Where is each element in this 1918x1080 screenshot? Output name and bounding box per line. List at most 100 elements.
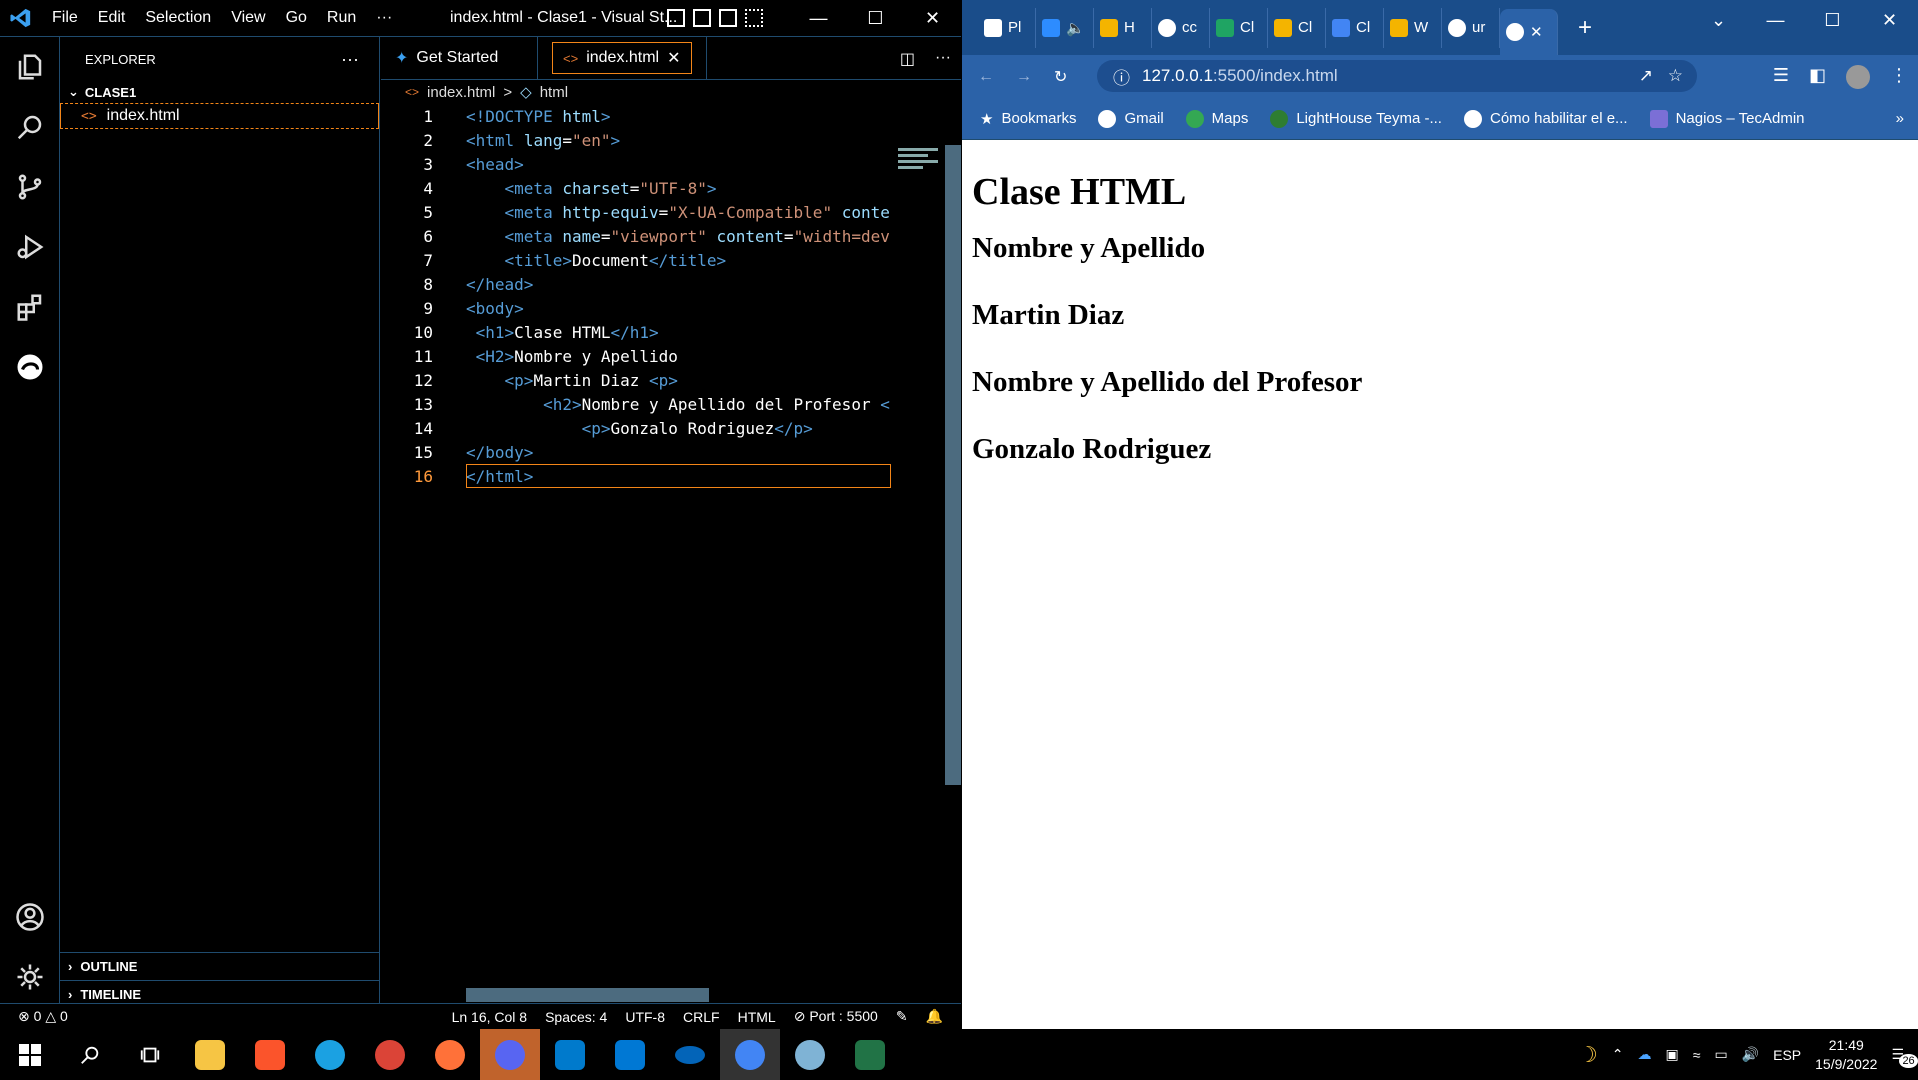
code-editor[interactable]: 1 <!DOCTYPE html> 2 <html lang="en"> 3 <head>… [381, 104, 961, 488]
notifications-bell-icon[interactable]: 🔔 [926, 1008, 943, 1025]
folder-clase1[interactable]: ⌄ CLASE1 [60, 81, 379, 103]
encoding[interactable]: UTF-8 [625, 1009, 665, 1025]
clock[interactable]: 21:49 15/9/2022 [1815, 1036, 1877, 1074]
code-line[interactable]: 15 </body> [381, 440, 961, 464]
side-panel-icon[interactable]: ◧ [1809, 65, 1826, 89]
outlook-icon[interactable] [600, 1029, 660, 1080]
extensions-icon[interactable] [0, 277, 60, 337]
avatar[interactable] [1846, 65, 1870, 89]
browser-tab[interactable]: Pl [978, 7, 1036, 48]
outline-section[interactable]: › OUTLINE [60, 952, 380, 980]
chevron-up-icon[interactable]: ⌃ [1612, 1046, 1624, 1063]
menu-selection[interactable]: Selection [145, 9, 211, 27]
notifications-icon[interactable]: ☰ 26 [1891, 1046, 1918, 1068]
code-line[interactable]: 9 <body> [381, 296, 961, 320]
minimize-icon[interactable]: — [1747, 0, 1804, 40]
accounts-icon[interactable] [0, 887, 60, 947]
discord-icon[interactable] [480, 1029, 540, 1080]
bookmark-nagios[interactable]: Nagios – TecAdmin [1649, 109, 1805, 128]
vertical-scrollbar[interactable] [945, 145, 961, 785]
vscode-taskbar-icon[interactable] [540, 1029, 600, 1080]
explorer-icon[interactable] [0, 37, 60, 97]
feedback-icon[interactable]: ✎ [896, 1008, 908, 1025]
code-line[interactable]: 2 <html lang="en"> [381, 128, 961, 152]
browser-tab[interactable]: Cl [1210, 7, 1268, 48]
code-line[interactable]: 4 <meta charset="UTF-8"> [381, 176, 961, 200]
onedrive-tray-icon[interactable]: ☁ [1638, 1046, 1652, 1063]
wifi-icon[interactable]: ≈ [1693, 1047, 1701, 1063]
task-view-icon[interactable] [120, 1029, 180, 1080]
code-line[interactable]: 3 <head> [381, 152, 961, 176]
reload-icon[interactable]: ↻ [1054, 67, 1067, 87]
code-line[interactable]: 1 <!DOCTYPE html> [381, 104, 961, 128]
toggle-panel-icon[interactable] [693, 9, 711, 27]
code-line[interactable]: 12 <p>Martin Diaz <p> [381, 368, 961, 392]
browser-tab[interactable]: ur [1442, 7, 1500, 48]
language-mode[interactable]: HTML [738, 1009, 776, 1025]
share-icon[interactable]: ↗ [1639, 66, 1653, 86]
firefox-icon[interactable] [420, 1029, 480, 1080]
language-indicator[interactable]: ESP [1773, 1047, 1801, 1063]
close-icon[interactable]: ✕ [904, 0, 961, 37]
code-line[interactable]: 6 <meta name="viewport" content="width=d… [381, 224, 961, 248]
browser-tab[interactable]: Cl [1268, 7, 1326, 48]
maximize-icon[interactable]: ☐ [847, 0, 904, 37]
menu-edit[interactable]: Edit [98, 9, 126, 27]
code-line[interactable]: 5 <meta http-equiv="X-UA-Compatible" con… [381, 200, 961, 224]
bookmark-lighthouse[interactable]: LightHouse Teyma -... [1270, 109, 1442, 128]
editor-more-icon[interactable]: ··· [935, 49, 951, 69]
moon-icon[interactable]: ☽ [1578, 1042, 1598, 1068]
file-index-html[interactable]: <> index.html [60, 103, 379, 129]
bookmark-star-icon[interactable]: ☆ [1668, 66, 1683, 86]
browser-tab[interactable]: 🔈 [1036, 7, 1094, 48]
end-of-line[interactable]: CRLF [683, 1009, 720, 1025]
code-line[interactable]: 8 </head> [381, 272, 961, 296]
code-line[interactable]: 7 <title>Document</title> [381, 248, 961, 272]
horizontal-scrollbar[interactable] [466, 988, 709, 1002]
breadcrumb-file[interactable]: index.html [427, 84, 495, 101]
breadcrumb-symbol[interactable]: html [540, 84, 568, 101]
battery-icon[interactable]: ▭ [1714, 1046, 1727, 1063]
tab-get-started[interactable]: ✦ Get Started [381, 36, 538, 80]
maximize-icon[interactable]: ☐ [1804, 0, 1861, 40]
menu-view[interactable]: View [231, 9, 265, 27]
live-server-port[interactable]: ⊘ Port : 5500 [794, 1008, 878, 1025]
code-line[interactable]: 10 <h1>Clase HTML</h1> [381, 320, 961, 344]
close-tab-icon[interactable]: ✕ [1530, 23, 1543, 41]
browser-tab[interactable]: H [1094, 7, 1152, 48]
edge-icon[interactable] [300, 1029, 360, 1080]
bookmark-bookmarks[interactable]: ★ Bookmarks [980, 110, 1076, 128]
chrome-icon[interactable] [720, 1029, 780, 1080]
paint-icon[interactable] [780, 1029, 840, 1080]
bookmark-maps[interactable]: Maps [1185, 109, 1248, 128]
media-icon[interactable]: ☰ [1773, 65, 1789, 89]
forward-icon[interactable]: → [1016, 68, 1032, 86]
excel-icon[interactable] [840, 1029, 900, 1080]
close-icon[interactable]: ✕ [1861, 0, 1918, 40]
problems-indicator[interactable]: ⊗ 0 △ 0 [18, 1008, 68, 1025]
run-debug-icon[interactable] [0, 217, 60, 277]
new-tab-icon[interactable]: + [1578, 14, 1592, 42]
chrome-profile-icon[interactable] [360, 1029, 420, 1080]
address-bar[interactable]: ⓘ 127.0.0.1:5500/index.html ↗ ☆ [1097, 60, 1697, 92]
menu-go[interactable]: Go [286, 9, 307, 27]
toggle-secondary-sidebar-icon[interactable] [719, 9, 737, 27]
customize-layout-icon[interactable] [745, 9, 763, 27]
search-icon[interactable] [60, 1029, 120, 1080]
menu-more[interactable]: ··· [376, 9, 392, 27]
file-explorer-icon[interactable] [180, 1029, 240, 1080]
browser-tab-active[interactable]: ✕ [1500, 9, 1558, 55]
toggle-sidebar-icon[interactable] [667, 9, 685, 27]
cursor-position[interactable]: Ln 16, Col 8 [452, 1009, 528, 1025]
back-icon[interactable]: ← [978, 68, 994, 86]
tab-index-html[interactable]: <> index.html ✕ [538, 36, 707, 80]
settings-gear-icon[interactable] [0, 947, 60, 1007]
code-line[interactable]: 14 <p>Gonzalo Rodriguez</p> [381, 416, 961, 440]
onedrive-icon[interactable] [660, 1029, 720, 1080]
code-line[interactable]: 11 <H2>Nombre y Apellido [381, 344, 961, 368]
edge-devtools-icon[interactable] [0, 337, 60, 397]
code-line[interactable]: 13 <h2>Nombre y Apellido del Profesor < [381, 392, 961, 416]
menu-file[interactable]: File [52, 9, 78, 27]
info-icon[interactable]: ⓘ [1113, 64, 1130, 89]
monitor-icon[interactable]: ▣ [1666, 1046, 1679, 1063]
